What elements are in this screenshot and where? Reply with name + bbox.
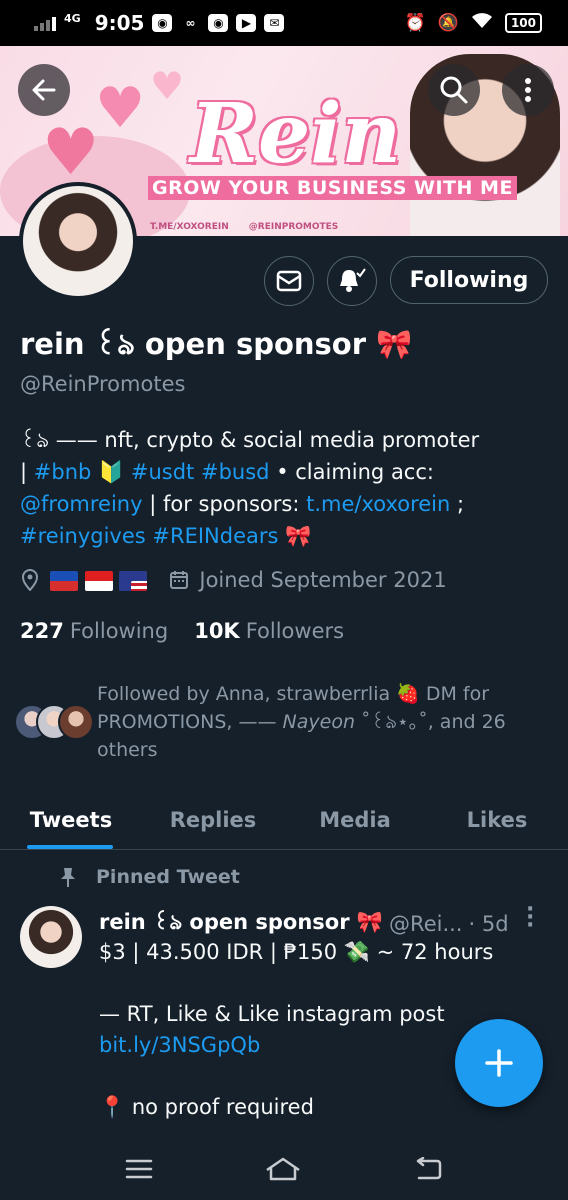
tweet-header: rein ꒰ঌ open sponsor 🎀 @Rei... · 5d bbox=[99, 906, 549, 941]
clock: 9:05 bbox=[94, 11, 145, 35]
tweet-author-name[interactable]: rein ꒰ঌ open sponsor 🎀 bbox=[99, 906, 383, 941]
location-flags bbox=[50, 568, 148, 592]
discord-icon: ◉ bbox=[208, 14, 229, 32]
tab-tweets[interactable]: Tweets bbox=[0, 790, 142, 849]
bell-check-icon bbox=[340, 268, 366, 292]
profile-handle: @ReinPromotes bbox=[20, 372, 186, 396]
followers-count: 10K bbox=[194, 619, 240, 643]
compose-tweet-button[interactable] bbox=[455, 1019, 543, 1107]
follow-stats: 227 Following 10K Followers bbox=[20, 619, 344, 643]
profile-bio: ꒰ঌ —— nft, crypto & social media promote… bbox=[20, 424, 550, 552]
message-button[interactable] bbox=[264, 256, 314, 306]
discord-icon: ◉ bbox=[152, 14, 173, 32]
location-pin-icon bbox=[21, 569, 39, 591]
hashtag-link[interactable]: #usdt bbox=[131, 460, 194, 484]
followed-by[interactable]: Followed by Anna, strawberrlia 🍓 DM for … bbox=[14, 680, 517, 764]
tab-replies[interactable]: Replies bbox=[142, 790, 284, 849]
signal-icon bbox=[34, 15, 56, 31]
profile-tabs: Tweets Replies Media Likes bbox=[0, 790, 568, 850]
notifications-button[interactable] bbox=[327, 256, 377, 306]
follower-avatars bbox=[14, 704, 94, 744]
following-stat[interactable]: 227 Following bbox=[20, 619, 168, 643]
system-nav-bar bbox=[0, 1138, 568, 1200]
tweet-avatar[interactable] bbox=[20, 906, 82, 968]
tab-likes[interactable]: Likes bbox=[426, 790, 568, 849]
tweet-line: $3 | 43.500 IDR | ₱150 💸 ~ 72 hours bbox=[99, 940, 494, 964]
hashtag-link[interactable]: #REINdears bbox=[152, 524, 278, 548]
tab-media[interactable]: Media bbox=[284, 790, 426, 849]
banner-handles: T.ME/XOXOREIN @REINPROMOTES bbox=[150, 222, 338, 232]
profile-name: rein ꒰ঌ open sponsor 🎀 bbox=[20, 327, 413, 361]
flag-indonesia-icon bbox=[84, 571, 113, 591]
heart-icon: ♥ bbox=[42, 116, 100, 190]
messenger-icon: ∞ bbox=[185, 16, 196, 30]
url-link[interactable]: t.me/xoxorein bbox=[306, 492, 450, 516]
bio-emoji: 🔰 bbox=[98, 460, 125, 484]
home-icon[interactable] bbox=[263, 1156, 303, 1182]
bio-line: | #bnb 🔰 #usdt #busd • claiming acc: bbox=[20, 456, 550, 488]
following-count: 227 bbox=[20, 619, 64, 643]
avatar bbox=[58, 704, 94, 740]
bio-line: ꒰ঌ —— nft, crypto & social media promote… bbox=[20, 428, 480, 452]
arrow-left-icon bbox=[32, 79, 56, 101]
hashtag-link[interactable]: #busd bbox=[201, 460, 270, 484]
back-nav-icon[interactable] bbox=[413, 1157, 443, 1181]
mute-icon: 🔕 bbox=[437, 13, 459, 33]
calendar-icon bbox=[170, 571, 189, 589]
bio-line: @fromreiny | for sponsors: t.me/xoxorein… bbox=[20, 488, 550, 520]
pinned-indicator: Pinned Tweet bbox=[58, 866, 240, 888]
profile-meta: Joined September 2021 bbox=[20, 568, 447, 592]
hashtag-link[interactable]: #reinygives bbox=[20, 524, 146, 548]
hashtag-link[interactable]: #bnb bbox=[34, 460, 92, 484]
status-bar: 4G 9:05 ◉ ∞ ◉ ▶ ✉ ⏰ 🔕 100 bbox=[0, 0, 568, 46]
tweet-author-handle[interactable]: @Rei... bbox=[389, 912, 462, 936]
followed-by-name-italic: Nayeon bbox=[282, 711, 355, 733]
profile-avatar[interactable] bbox=[19, 182, 137, 300]
banner-tagline: GROW YOUR BUSINESS WITH ME bbox=[148, 176, 517, 200]
following-label: Following bbox=[69, 619, 169, 643]
search-icon bbox=[440, 76, 468, 104]
heart-icon: ♥ bbox=[150, 64, 185, 108]
back-button[interactable] bbox=[18, 64, 70, 116]
bio-text: | for sponsors: bbox=[149, 492, 300, 516]
bio-emoji: 🎀 bbox=[285, 524, 312, 548]
recent-apps-icon[interactable] bbox=[125, 1158, 153, 1180]
flag-philippines-icon bbox=[50, 571, 78, 591]
bio-text: ; bbox=[457, 492, 465, 516]
youtube-icon: ▶ bbox=[236, 14, 257, 32]
bio-text: • claiming acc: bbox=[276, 460, 434, 484]
following-button[interactable]: Following bbox=[390, 256, 548, 304]
heart-icon: ♥ bbox=[95, 76, 146, 141]
tweet-more-button[interactable]: · · · bbox=[526, 899, 534, 937]
vertical-dots-icon bbox=[525, 78, 531, 102]
bio-line: #reinygives #REINdears 🎀 bbox=[20, 520, 550, 552]
flag-usa-icon bbox=[119, 571, 148, 591]
mention-link[interactable]: @fromreiny bbox=[20, 492, 143, 516]
tweet-line: — RT, Like & Like instagram post bbox=[99, 1002, 445, 1026]
banner-title: Rein bbox=[190, 86, 402, 182]
followers-label: Followers bbox=[245, 619, 345, 643]
joined-date: Joined September 2021 bbox=[199, 568, 447, 592]
tweet-time[interactable]: · 5d bbox=[468, 912, 508, 936]
bio-text: | bbox=[20, 460, 34, 484]
pinned-label: Pinned Tweet bbox=[96, 866, 240, 888]
followers-stat[interactable]: 10K Followers bbox=[194, 619, 344, 643]
followed-by-text: Followed by Anna, strawberrlia 🍓 DM for … bbox=[97, 680, 517, 764]
wifi-icon bbox=[471, 12, 493, 35]
banner-telegram: T.ME/XOXOREIN bbox=[150, 222, 229, 232]
plus-icon bbox=[485, 1049, 513, 1077]
banner-twitter: @REINPROMOTES bbox=[248, 222, 339, 232]
pin-icon bbox=[61, 868, 75, 887]
battery-indicator: 100 bbox=[504, 13, 542, 33]
more-options-button[interactable] bbox=[502, 64, 554, 116]
alarm-icon: ⏰ bbox=[404, 13, 426, 33]
gmail-icon: ✉ bbox=[264, 14, 285, 32]
mail-icon bbox=[276, 270, 302, 292]
network-type: 4G bbox=[64, 11, 81, 25]
search-button[interactable] bbox=[428, 64, 480, 116]
